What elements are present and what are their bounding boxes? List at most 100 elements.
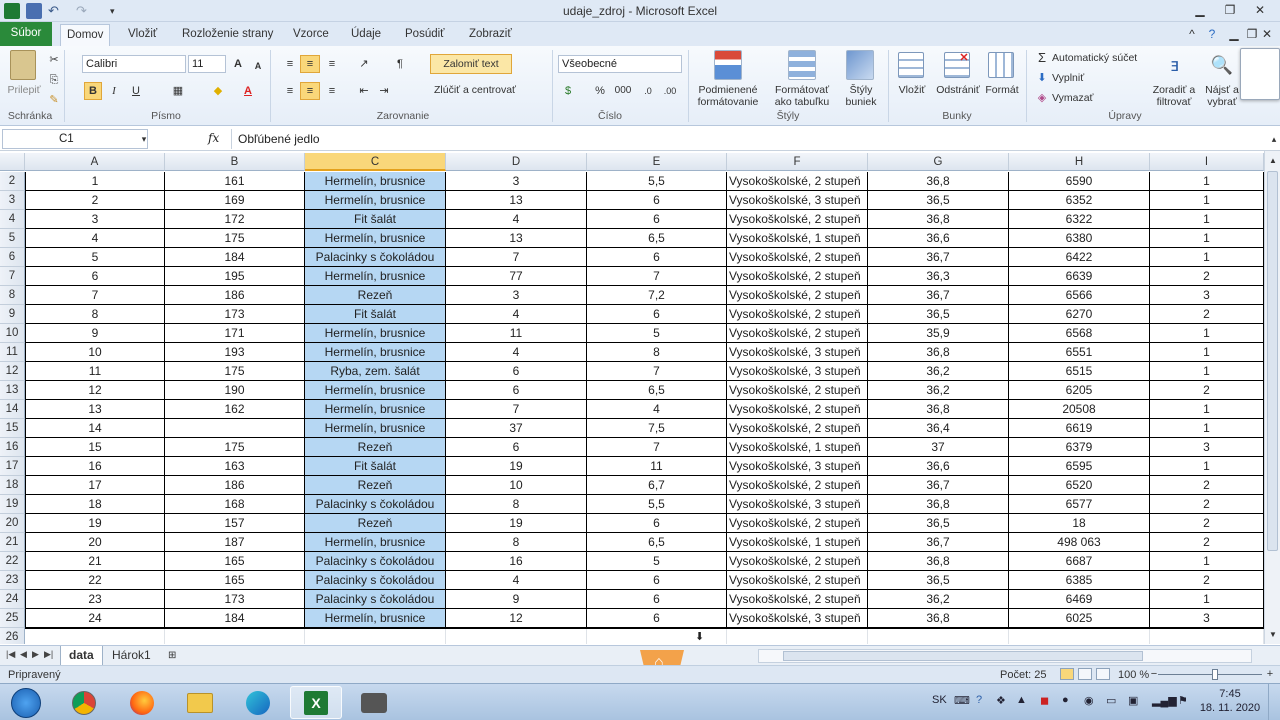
cell-c17[interactable]: Fit šalát xyxy=(305,457,446,476)
column-header-g[interactable]: G xyxy=(868,153,1009,171)
cell-f25[interactable]: Vysokoškolské, 3 stupeň xyxy=(727,609,868,628)
cell-d10[interactable]: 11 xyxy=(446,324,587,343)
cell-h20[interactable]: 18 xyxy=(1009,514,1150,533)
cell-i11[interactable]: 1 xyxy=(1150,343,1264,362)
row-header[interactable]: 4 xyxy=(0,210,25,229)
cell-a23[interactable]: 22 xyxy=(25,571,165,590)
cell-f8[interactable]: Vysokoškolské, 2 stupeň xyxy=(727,286,868,305)
tab-review[interactable]: Posúdiť xyxy=(399,24,450,46)
cell-c5[interactable]: Hermelín, brusnice xyxy=(305,229,446,248)
cell-e24[interactable]: 6 xyxy=(587,590,727,609)
cell-g15[interactable]: 36,4 xyxy=(868,419,1009,438)
borders-icon[interactable]: ▦ xyxy=(170,83,186,99)
cell-b13[interactable]: 190 xyxy=(165,381,305,400)
clock[interactable]: 7:45 18. 11. 2020 xyxy=(1198,687,1262,715)
row-header[interactable]: 14 xyxy=(0,400,25,419)
cell-h14[interactable]: 20508 xyxy=(1009,400,1150,419)
cell-c21[interactable]: Hermelín, brusnice xyxy=(305,533,446,552)
tab-view[interactable]: Zobraziť xyxy=(463,24,518,46)
cell-e9[interactable]: 6 xyxy=(587,305,727,324)
cell-d12[interactable]: 6 xyxy=(446,362,587,381)
cell-e3[interactable]: 6 xyxy=(587,191,727,210)
cell-a2[interactable]: 1 xyxy=(25,172,165,191)
restore-button[interactable]: ❐ xyxy=(1216,1,1244,19)
align-right-icon[interactable]: ≡ xyxy=(324,83,340,99)
cell-e16[interactable]: 7 xyxy=(587,438,727,457)
cell-h9[interactable]: 6270 xyxy=(1009,305,1150,324)
worksheet-grid[interactable]: A B C D E F G H I 2 1 161 Hermelín, brusnice 3 5,5 Vyso… xyxy=(0,153,1264,644)
cell-i25[interactable]: 3 xyxy=(1150,609,1264,628)
cell-f26[interactable] xyxy=(727,628,868,644)
cell-e5[interactable]: 6,5 xyxy=(587,229,727,248)
excel-taskbar-icon[interactable]: X xyxy=(290,686,342,719)
font-color-icon[interactable]: A xyxy=(240,83,256,99)
row-header[interactable]: 23 xyxy=(0,571,25,590)
copy-icon[interactable]: ⎘ xyxy=(46,72,62,88)
cell-styles-icon[interactable] xyxy=(846,50,874,80)
cell-c4[interactable]: Fit šalát xyxy=(305,210,446,229)
cell-e15[interactable]: 7,5 xyxy=(587,419,727,438)
cell-d22[interactable]: 16 xyxy=(446,552,587,571)
cell-b25[interactable]: 184 xyxy=(165,609,305,628)
close-button[interactable]: ✕ xyxy=(1246,1,1274,19)
column-header-e[interactable]: E xyxy=(587,153,727,171)
column-header-i[interactable]: I xyxy=(1150,153,1264,171)
cell-h11[interactable]: 6551 xyxy=(1009,343,1150,362)
cell-g23[interactable]: 36,5 xyxy=(868,571,1009,590)
tab-page-layout[interactable]: Rozloženie strany xyxy=(176,24,279,46)
insert-function-icon[interactable]: fx xyxy=(208,131,219,145)
cell-d13[interactable]: 6 xyxy=(446,381,587,400)
orientation-icon[interactable]: ↗ xyxy=(356,56,372,72)
row-header[interactable]: 20 xyxy=(0,514,25,533)
show-desktop-button[interactable] xyxy=(1268,684,1280,720)
doc-close-button[interactable]: ✕ xyxy=(1256,25,1278,43)
cell-i2[interactable]: 1 xyxy=(1150,172,1264,191)
language-indicator[interactable]: SK xyxy=(932,694,947,706)
row-header[interactable]: 12 xyxy=(0,362,25,381)
cell-a4[interactable]: 3 xyxy=(25,210,165,229)
cell-e12[interactable]: 7 xyxy=(587,362,727,381)
cell-d25[interactable]: 12 xyxy=(446,609,587,628)
horizontal-scroll-thumb[interactable] xyxy=(783,651,1143,661)
cell-h22[interactable]: 6687 xyxy=(1009,552,1150,571)
cell-f4[interactable]: Vysokoškolské, 2 stupeň xyxy=(727,210,868,229)
cell-d6[interactable]: 7 xyxy=(446,248,587,267)
select-all-corner[interactable] xyxy=(0,153,25,171)
cell-i20[interactable]: 2 xyxy=(1150,514,1264,533)
cell-e22[interactable]: 5 xyxy=(587,552,727,571)
cell-c14[interactable]: Hermelín, brusnice xyxy=(305,400,446,419)
column-header-d[interactable]: D xyxy=(446,153,587,171)
cell-h23[interactable]: 6385 xyxy=(1009,571,1150,590)
cell-b6[interactable]: 184 xyxy=(165,248,305,267)
cell-f6[interactable]: Vysokoškolské, 2 stupeň xyxy=(727,248,868,267)
merge-center-button[interactable]: Zlúčiť a centrovať xyxy=(434,84,546,96)
edge-taskbar-icon[interactable] xyxy=(232,686,284,719)
conditional-formatting-icon[interactable] xyxy=(714,50,742,80)
tray-app-icon[interactable]: ● xyxy=(1062,694,1069,706)
cell-h18[interactable]: 6520 xyxy=(1009,476,1150,495)
flag-icon[interactable]: ⚑ xyxy=(1178,694,1188,707)
cell-f22[interactable]: Vysokoškolské, 2 stupeň xyxy=(727,552,868,571)
show-hidden-icons-icon[interactable]: ▲ xyxy=(1016,694,1027,706)
cell-c6[interactable]: Palacinky s čokoládou xyxy=(305,248,446,267)
cell-f13[interactable]: Vysokoškolské, 2 stupeň xyxy=(727,381,868,400)
cell-a11[interactable]: 10 xyxy=(25,343,165,362)
cell-c22[interactable]: Palacinky s čokoládou xyxy=(305,552,446,571)
cell-b3[interactable]: 169 xyxy=(165,191,305,210)
cell-a8[interactable]: 7 xyxy=(25,286,165,305)
row-header[interactable]: 16 xyxy=(0,438,25,457)
wrap-text-button[interactable]: Zalomiť text xyxy=(430,54,512,74)
row-header[interactable]: 6 xyxy=(0,248,25,267)
italic-button[interactable]: I xyxy=(106,83,122,99)
cell-d24[interactable]: 9 xyxy=(446,590,587,609)
align-bottom-icon[interactable]: ≡ xyxy=(324,56,340,72)
cell-e26[interactable] xyxy=(587,628,727,644)
tab-data[interactable]: Údaje xyxy=(345,24,387,46)
format-painter-icon[interactable]: ✎ xyxy=(46,92,62,108)
first-sheet-icon[interactable]: |◀ xyxy=(6,649,15,660)
row-header[interactable]: 2 xyxy=(0,172,25,191)
cell-f19[interactable]: Vysokoškolské, 3 stupeň xyxy=(727,495,868,514)
tab-home[interactable]: Domov xyxy=(60,24,111,46)
cell-i13[interactable]: 2 xyxy=(1150,381,1264,400)
cell-e6[interactable]: 6 xyxy=(587,248,727,267)
